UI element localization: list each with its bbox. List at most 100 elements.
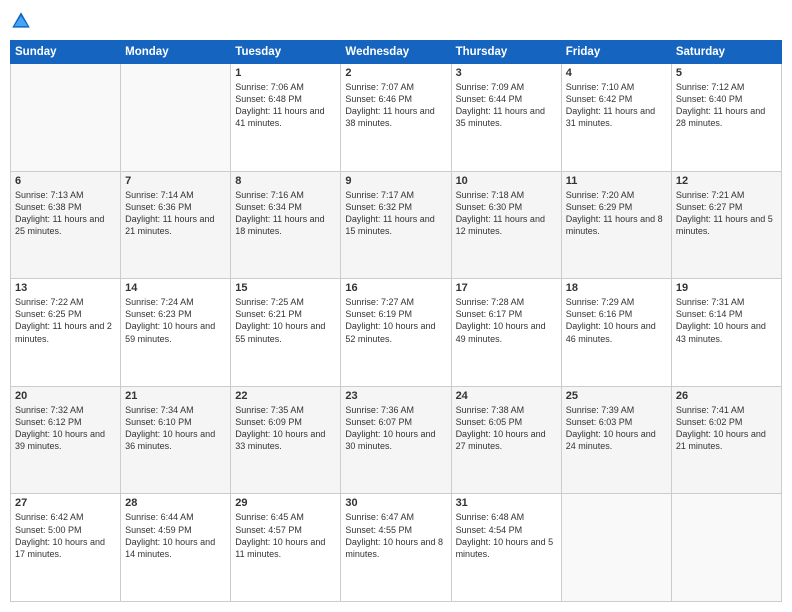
day-info: Sunrise: 6:42 AM Sunset: 5:00 PM Dayligh… bbox=[15, 511, 116, 560]
day-info: Sunrise: 7:14 AM Sunset: 6:36 PM Dayligh… bbox=[125, 189, 226, 238]
day-info: Sunrise: 7:25 AM Sunset: 6:21 PM Dayligh… bbox=[235, 296, 336, 345]
day-info: Sunrise: 7:16 AM Sunset: 6:34 PM Dayligh… bbox=[235, 189, 336, 238]
day-info: Sunrise: 7:13 AM Sunset: 6:38 PM Dayligh… bbox=[15, 189, 116, 238]
day-number: 27 bbox=[15, 497, 116, 509]
calendar-cell: 16 Sunrise: 7:27 AM Sunset: 6:19 PM Dayli… bbox=[341, 279, 451, 387]
day-info: Sunrise: 7:18 AM Sunset: 6:30 PM Dayligh… bbox=[456, 189, 557, 238]
day-number: 4 bbox=[566, 67, 667, 79]
calendar-table: SundayMondayTuesdayWednesdayThursdayFrid… bbox=[10, 40, 782, 602]
day-info: Sunrise: 7:39 AM Sunset: 6:03 PM Dayligh… bbox=[566, 404, 667, 453]
calendar-cell: 6 Sunrise: 7:13 AM Sunset: 6:38 PM Daylig… bbox=[11, 171, 121, 279]
weekday-header-friday: Friday bbox=[561, 41, 671, 64]
day-info: Sunrise: 6:47 AM Sunset: 4:55 PM Dayligh… bbox=[345, 511, 446, 560]
weekday-header-tuesday: Tuesday bbox=[231, 41, 341, 64]
day-number: 25 bbox=[566, 390, 667, 402]
calendar-cell: 27 Sunrise: 6:42 AM Sunset: 5:00 PM Dayli… bbox=[11, 494, 121, 602]
calendar-cell: 26 Sunrise: 7:41 AM Sunset: 6:02 PM Dayli… bbox=[671, 386, 781, 494]
calendar-cell: 14Sunrise: 7:24 AM Sunset: 6:23 PM Dayli… bbox=[121, 279, 231, 387]
calendar-cell: 25 Sunrise: 7:39 AM Sunset: 6:03 PM Dayli… bbox=[561, 386, 671, 494]
calendar-cell: 24 Sunrise: 7:38 AM Sunset: 6:05 PM Dayli… bbox=[451, 386, 561, 494]
day-info: Sunrise: 7:38 AM Sunset: 6:05 PM Dayligh… bbox=[456, 404, 557, 453]
calendar-cell: 20 Sunrise: 7:32 AM Sunset: 6:12 PM Dayli… bbox=[11, 386, 121, 494]
weekday-header-row: SundayMondayTuesdayWednesdayThursdayFrid… bbox=[11, 41, 782, 64]
calendar-week-5: 27 Sunrise: 6:42 AM Sunset: 5:00 PM Dayli… bbox=[11, 494, 782, 602]
calendar-cell: 23Sunrise: 7:36 AM Sunset: 6:07 PM Dayli… bbox=[341, 386, 451, 494]
day-number: 2 bbox=[345, 67, 446, 79]
day-number: 28 bbox=[125, 497, 226, 509]
day-number: 26 bbox=[676, 390, 777, 402]
weekday-header-monday: Monday bbox=[121, 41, 231, 64]
day-number: 24 bbox=[456, 390, 557, 402]
day-info: Sunrise: 7:20 AM Sunset: 6:29 PM Dayligh… bbox=[566, 189, 667, 238]
day-number: 3 bbox=[456, 67, 557, 79]
day-info: Sunrise: 7:29 AM Sunset: 6:16 PM Dayligh… bbox=[566, 296, 667, 345]
day-number: 19 bbox=[676, 282, 777, 294]
calendar-cell bbox=[671, 494, 781, 602]
day-number: 22 bbox=[235, 390, 336, 402]
calendar-cell: 31Sunrise: 6:48 AM Sunset: 4:54 PM Dayli… bbox=[451, 494, 561, 602]
day-info: Sunrise: 7:27 AM Sunset: 6:19 PM Dayligh… bbox=[345, 296, 446, 345]
calendar-week-4: 20 Sunrise: 7:32 AM Sunset: 6:12 PM Dayli… bbox=[11, 386, 782, 494]
calendar-cell bbox=[11, 64, 121, 172]
calendar-cell: 12Sunrise: 7:21 AM Sunset: 6:27 PM Dayli… bbox=[671, 171, 781, 279]
day-number: 6 bbox=[15, 175, 116, 187]
weekday-header-saturday: Saturday bbox=[671, 41, 781, 64]
day-info: Sunrise: 7:28 AM Sunset: 6:17 PM Dayligh… bbox=[456, 296, 557, 345]
day-number: 15 bbox=[235, 282, 336, 294]
day-info: Sunrise: 7:41 AM Sunset: 6:02 PM Dayligh… bbox=[676, 404, 777, 453]
calendar-cell: 22Sunrise: 7:35 AM Sunset: 6:09 PM Dayli… bbox=[231, 386, 341, 494]
logo bbox=[10, 10, 36, 32]
day-info: Sunrise: 6:44 AM Sunset: 4:59 PM Dayligh… bbox=[125, 511, 226, 560]
day-number: 20 bbox=[15, 390, 116, 402]
day-number: 21 bbox=[125, 390, 226, 402]
weekday-header-wednesday: Wednesday bbox=[341, 41, 451, 64]
calendar-cell: 13 Sunrise: 7:22 AM Sunset: 6:25 PM Dayli… bbox=[11, 279, 121, 387]
calendar-cell bbox=[561, 494, 671, 602]
day-info: Sunrise: 7:24 AM Sunset: 6:23 PM Dayligh… bbox=[125, 296, 226, 345]
day-number: 30 bbox=[345, 497, 446, 509]
calendar-cell: 3 Sunrise: 7:09 AM Sunset: 6:44 PM Daylig… bbox=[451, 64, 561, 172]
day-number: 17 bbox=[456, 282, 557, 294]
calendar-week-1: 1Sunrise: 7:06 AM Sunset: 6:48 PM Daylig… bbox=[11, 64, 782, 172]
calendar-week-3: 13 Sunrise: 7:22 AM Sunset: 6:25 PM Dayli… bbox=[11, 279, 782, 387]
day-number: 16 bbox=[345, 282, 446, 294]
calendar-cell: 30 Sunrise: 6:47 AM Sunset: 4:55 PM Dayli… bbox=[341, 494, 451, 602]
day-number: 7 bbox=[125, 175, 226, 187]
day-info: Sunrise: 7:06 AM Sunset: 6:48 PM Dayligh… bbox=[235, 81, 336, 130]
day-info: Sunrise: 7:22 AM Sunset: 6:25 PM Dayligh… bbox=[15, 296, 116, 345]
calendar-cell: 18Sunrise: 7:29 AM Sunset: 6:16 PM Dayli… bbox=[561, 279, 671, 387]
calendar-cell: 15 Sunrise: 7:25 AM Sunset: 6:21 PM Dayli… bbox=[231, 279, 341, 387]
calendar-cell: 7 Sunrise: 7:14 AM Sunset: 6:36 PM Daylig… bbox=[121, 171, 231, 279]
calendar-cell: 29 Sunrise: 6:45 AM Sunset: 4:57 PM Dayli… bbox=[231, 494, 341, 602]
weekday-header-thursday: Thursday bbox=[451, 41, 561, 64]
calendar-cell: 5 Sunrise: 7:12 AM Sunset: 6:40 PM Daylig… bbox=[671, 64, 781, 172]
calendar-cell: 8Sunrise: 7:16 AM Sunset: 6:34 PM Daylig… bbox=[231, 171, 341, 279]
calendar-cell: 28 Sunrise: 6:44 AM Sunset: 4:59 PM Dayli… bbox=[121, 494, 231, 602]
day-number: 11 bbox=[566, 175, 667, 187]
day-info: Sunrise: 7:21 AM Sunset: 6:27 PM Dayligh… bbox=[676, 189, 777, 238]
calendar-cell: 4Sunrise: 7:10 AM Sunset: 6:42 PM Daylig… bbox=[561, 64, 671, 172]
day-number: 23 bbox=[345, 390, 446, 402]
calendar-cell: 10 Sunrise: 7:18 AM Sunset: 6:30 PM Dayli… bbox=[451, 171, 561, 279]
calendar-week-2: 6 Sunrise: 7:13 AM Sunset: 6:38 PM Daylig… bbox=[11, 171, 782, 279]
calendar-cell: 1Sunrise: 7:06 AM Sunset: 6:48 PM Daylig… bbox=[231, 64, 341, 172]
day-number: 13 bbox=[15, 282, 116, 294]
day-number: 29 bbox=[235, 497, 336, 509]
calendar-cell: 19Sunrise: 7:31 AM Sunset: 6:14 PM Dayli… bbox=[671, 279, 781, 387]
calendar-cell: 11 Sunrise: 7:20 AM Sunset: 6:29 PM Dayli… bbox=[561, 171, 671, 279]
day-number: 10 bbox=[456, 175, 557, 187]
calendar-cell: 21 Sunrise: 7:34 AM Sunset: 6:10 PM Dayli… bbox=[121, 386, 231, 494]
day-info: Sunrise: 7:09 AM Sunset: 6:44 PM Dayligh… bbox=[456, 81, 557, 130]
weekday-header-sunday: Sunday bbox=[11, 41, 121, 64]
day-info: Sunrise: 7:34 AM Sunset: 6:10 PM Dayligh… bbox=[125, 404, 226, 453]
calendar-cell: 9Sunrise: 7:17 AM Sunset: 6:32 PM Daylig… bbox=[341, 171, 451, 279]
calendar-cell: 2Sunrise: 7:07 AM Sunset: 6:46 PM Daylig… bbox=[341, 64, 451, 172]
day-info: Sunrise: 7:12 AM Sunset: 6:40 PM Dayligh… bbox=[676, 81, 777, 130]
day-info: Sunrise: 7:32 AM Sunset: 6:12 PM Dayligh… bbox=[15, 404, 116, 453]
day-info: Sunrise: 6:48 AM Sunset: 4:54 PM Dayligh… bbox=[456, 511, 557, 560]
calendar-cell bbox=[121, 64, 231, 172]
day-number: 5 bbox=[676, 67, 777, 79]
day-number: 9 bbox=[345, 175, 446, 187]
day-info: Sunrise: 6:45 AM Sunset: 4:57 PM Dayligh… bbox=[235, 511, 336, 560]
header bbox=[10, 10, 782, 32]
